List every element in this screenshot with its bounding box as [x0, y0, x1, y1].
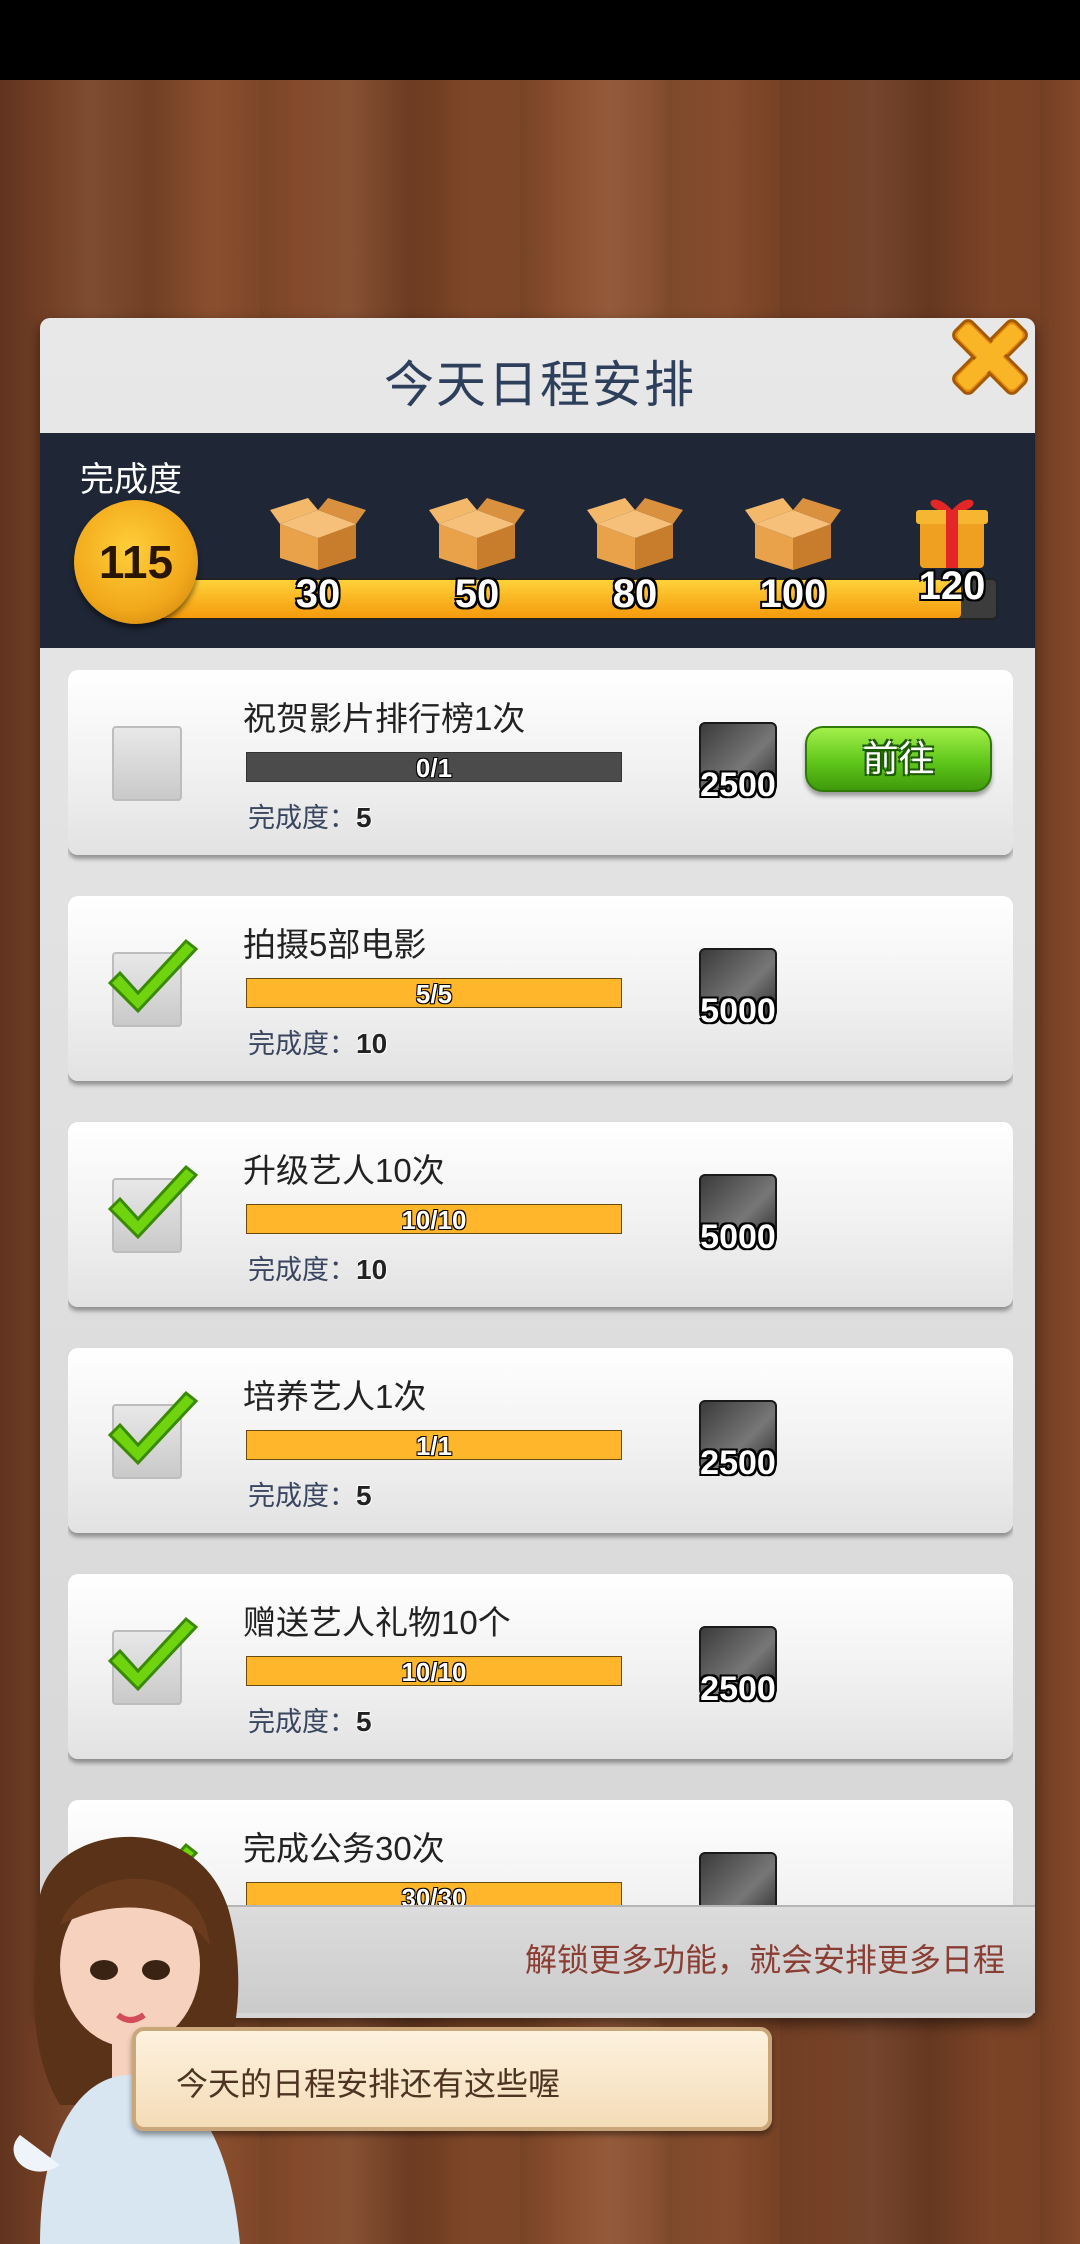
- task-points-value: 5: [356, 802, 372, 833]
- task-title: 拍摄5部电影: [243, 926, 427, 963]
- box-icon: [270, 498, 366, 570]
- milestone-value: 120: [918, 564, 986, 608]
- milestone-value: 80: [612, 572, 658, 616]
- task-title: 祝贺影片排行榜1次: [243, 700, 526, 737]
- task-points: 完成度：10: [248, 1022, 387, 1061]
- cash-reward: 2500: [693, 1400, 783, 1490]
- reward-amount: 2500: [700, 1444, 776, 1482]
- task-progress-text: 10/10: [401, 1205, 467, 1235]
- milestone-100[interactable]: 100: [733, 498, 853, 617]
- task-points-value: 10: [356, 1254, 388, 1285]
- task-points: 完成度：5: [248, 1700, 372, 1739]
- completion-score-badge: 115: [74, 500, 198, 624]
- task-points-label: 完成度：: [248, 1029, 356, 1059]
- task-progress-bar: 1/1: [246, 1430, 622, 1461]
- cash-reward: 5000: [693, 948, 783, 1038]
- milestone-30[interactable]: 30: [258, 498, 378, 617]
- reward-amount: 5000: [700, 1218, 776, 1256]
- status-bar: [0, 0, 1080, 80]
- reward-amount: 5000: [700, 992, 776, 1030]
- task-row: 祝贺影片排行榜1次 0/1 完成度：5 2500 前往: [68, 670, 1013, 855]
- task-row: 培养艺人1次 1/1 完成度：5 2500: [68, 1348, 1013, 1533]
- task-progress-bar: 0/1: [246, 752, 622, 783]
- task-progress-bar: 5/5: [246, 978, 622, 1009]
- checkmark-icon: [107, 938, 199, 1014]
- task-points-value: 5: [356, 1480, 372, 1511]
- character-avatar: [13, 1836, 240, 2244]
- cash-icon: [699, 1852, 777, 1905]
- cash-reward: 2500: [693, 1626, 783, 1716]
- task-progress-text: 30/30: [401, 1883, 467, 1905]
- task-row: 升级艺人10次 10/10 完成度：10 5000: [68, 1122, 1013, 1307]
- task-progress-text: 10/10: [401, 1657, 467, 1687]
- cash-reward: [693, 1852, 783, 1905]
- completion-label: 完成度: [80, 461, 182, 499]
- reward-amount: 2500: [700, 766, 776, 804]
- cash-reward: 2500: [693, 722, 783, 812]
- gift-icon: [904, 490, 1000, 570]
- task-title: 培养艺人1次: [243, 1378, 427, 1415]
- task-points-label: 完成度：: [248, 803, 356, 833]
- speech-bubble-text: 今天的日程安排还有这些喔: [176, 2066, 561, 2102]
- panel-title: 今天日程安排: [384, 357, 696, 413]
- reward-amount: 2500: [700, 1670, 776, 1708]
- task-points-value: 5: [356, 1706, 372, 1737]
- footer-hint: 解锁更多功能，就会安排更多日程: [524, 1942, 1005, 1978]
- task-points: 完成度：5: [248, 1474, 372, 1513]
- task-points: 完成度：5: [248, 796, 372, 835]
- task-progress-bar: 10/10: [246, 1204, 622, 1235]
- task-title: 升级艺人10次: [243, 1152, 445, 1189]
- checkmark-icon: [107, 1616, 199, 1692]
- box-icon: [429, 498, 525, 570]
- close-icon[interactable]: [945, 312, 1035, 402]
- task-list[interactable]: 祝贺影片排行榜1次 0/1 完成度：5 2500 前往 拍摄5部电影 5/5 完…: [68, 670, 1013, 1905]
- task-points-label: 完成度：: [248, 1707, 356, 1737]
- task-points-value: 10: [356, 1028, 388, 1059]
- task-points: 完成度：10: [248, 1248, 387, 1287]
- task-points-label: 完成度：: [248, 1255, 356, 1285]
- task-checkbox: [112, 726, 182, 801]
- go-button[interactable]: 前往: [805, 726, 992, 792]
- task-progress-text: 0/1: [415, 753, 453, 783]
- task-progress-bar: 30/30: [246, 1882, 622, 1905]
- milestone-value: 30: [295, 572, 341, 616]
- milestone-50[interactable]: 50: [417, 498, 537, 617]
- milestone-value: 50: [454, 572, 500, 616]
- box-icon: [745, 498, 841, 570]
- task-progress-text: 5/5: [415, 979, 453, 1009]
- milestone-80[interactable]: 80: [575, 498, 695, 617]
- task-progress-text: 1/1: [415, 1431, 453, 1461]
- cash-reward: 5000: [693, 1174, 783, 1264]
- task-row: 拍摄5部电影 5/5 完成度：10 5000: [68, 896, 1013, 1081]
- milestone-120[interactable]: 120: [892, 490, 1012, 609]
- task-progress-bar: 10/10: [246, 1656, 622, 1687]
- task-title: 赠送艺人礼物10个: [243, 1604, 511, 1641]
- milestone-value: 100: [759, 572, 827, 616]
- task-row: 赠送艺人礼物10个 10/10 完成度：5 2500: [68, 1574, 1013, 1759]
- checkmark-icon: [107, 1164, 199, 1240]
- speech-bubble: 今天的日程安排还有这些喔: [132, 2027, 772, 2131]
- task-points-label: 完成度：: [248, 1481, 356, 1511]
- box-icon: [587, 498, 683, 570]
- checkmark-icon: [107, 1390, 199, 1466]
